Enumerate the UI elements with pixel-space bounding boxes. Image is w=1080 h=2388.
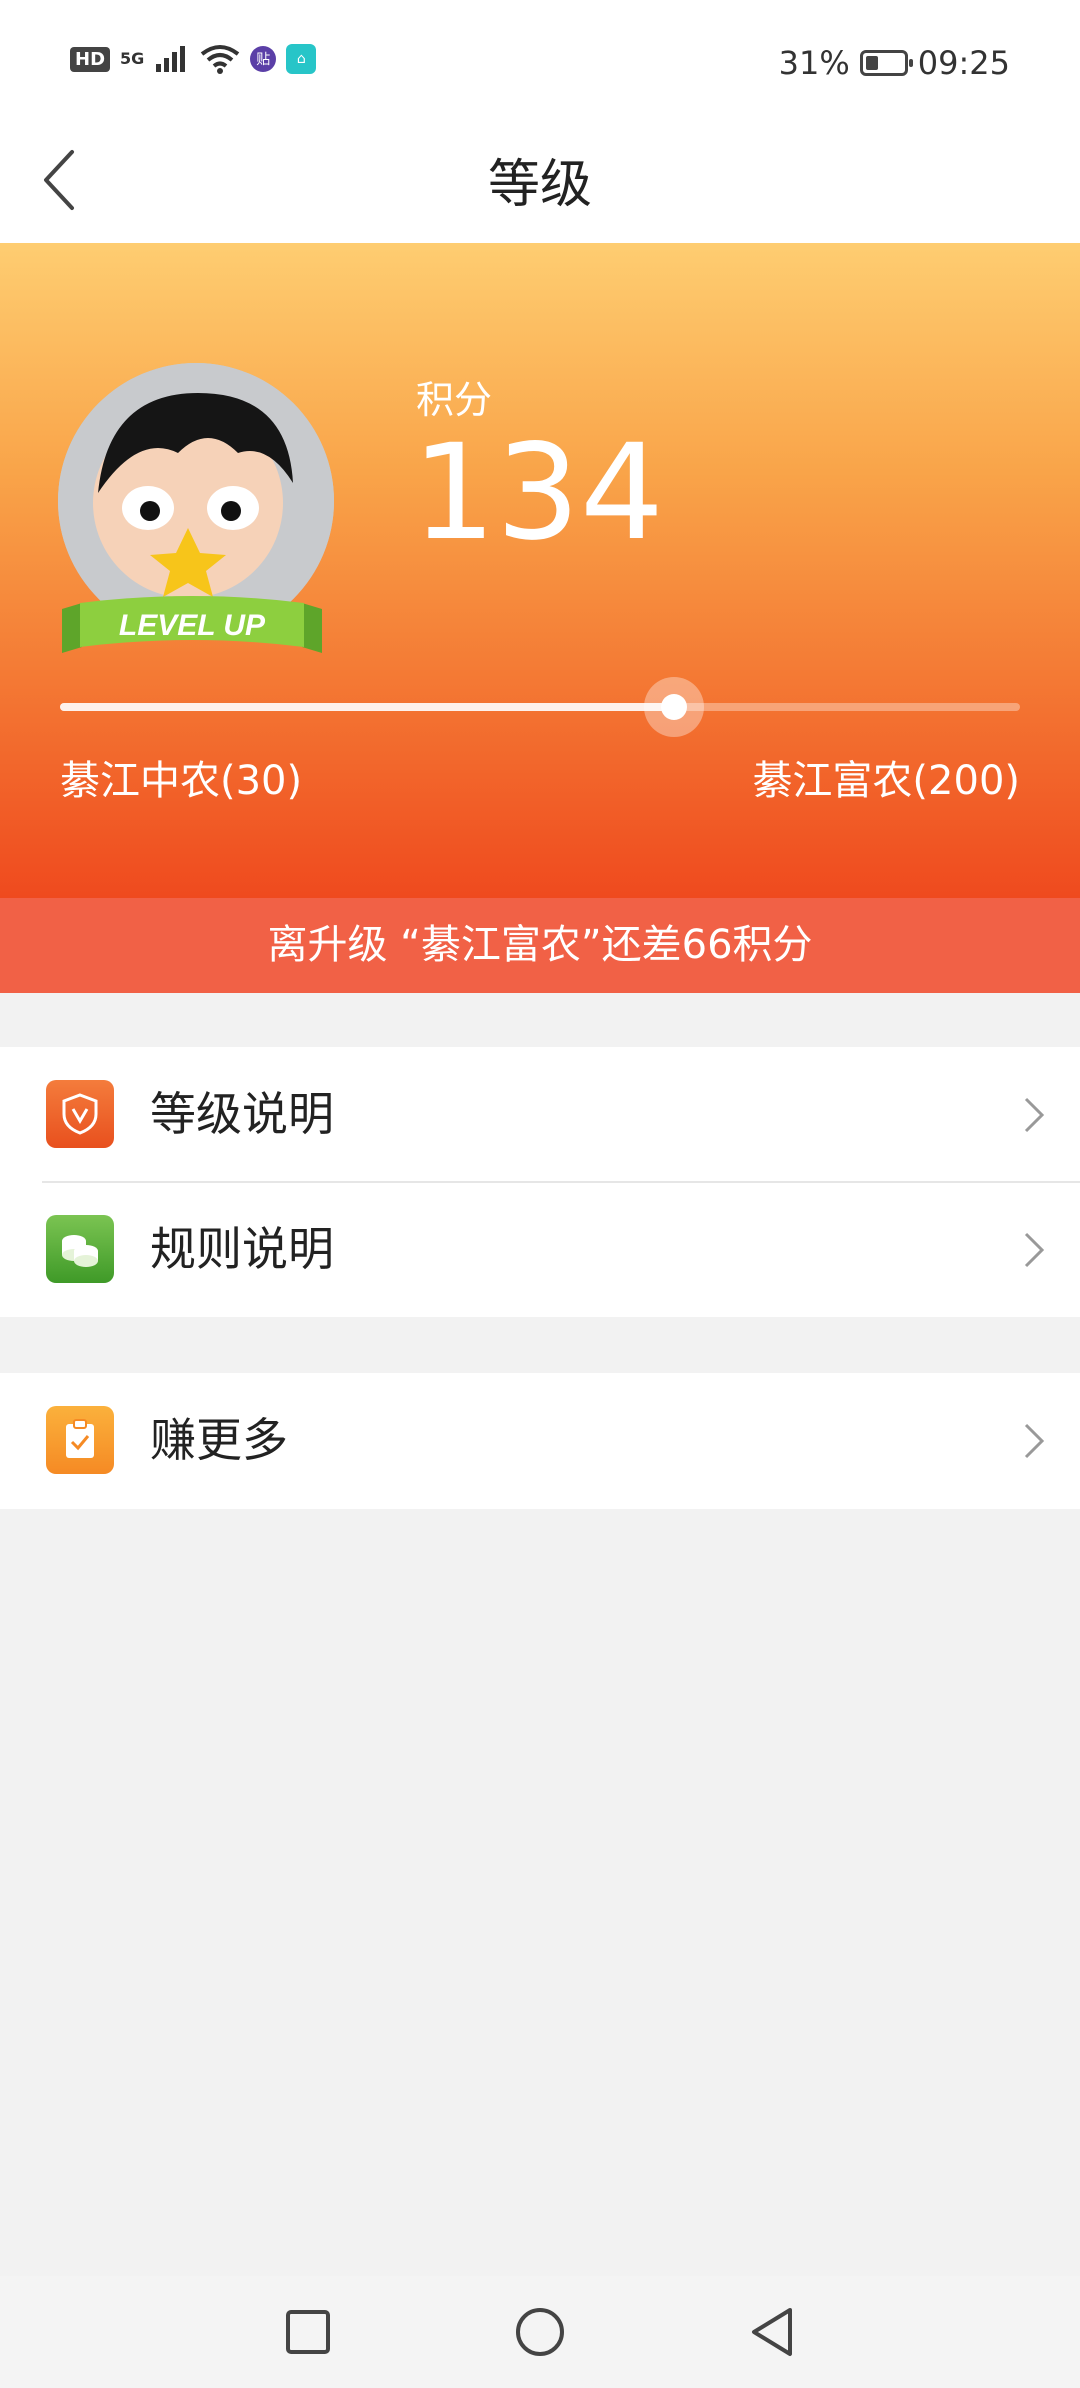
status-bar: HD 5G 贴 ⌂ 31% 09:25	[0, 0, 1080, 120]
back-nav-button[interactable]	[744, 2304, 800, 2360]
page-title: 等级	[487, 155, 592, 215]
clock: 09:25	[917, 44, 1010, 82]
upgrade-message: 离升级 “綦江富农”还差66积分	[0, 898, 1080, 993]
battery-icon	[859, 50, 913, 76]
home-button[interactable]	[512, 2304, 568, 2360]
clipboard-check-icon	[46, 1406, 114, 1474]
menu-item-label: 赚更多	[150, 1413, 288, 1467]
status-left: HD 5G 贴 ⌂	[70, 44, 317, 74]
app-notification-icon: 贴	[250, 46, 277, 72]
triangle-back-icon	[752, 2308, 792, 2356]
square-icon	[286, 2310, 330, 2354]
battery-percent: 31%	[778, 44, 850, 82]
status-right: 31% 09:25	[779, 44, 1010, 82]
chevron-right-icon	[1024, 1423, 1045, 1459]
system-nav-bar	[0, 2276, 1080, 2388]
next-level-label: 綦江富农(200)	[752, 758, 1020, 804]
shield-v-icon	[46, 1080, 114, 1148]
menu-item-label: 等级说明	[150, 1087, 334, 1141]
level-up-ribbon: LEVEL UP	[62, 596, 322, 653]
signal-icon	[156, 46, 186, 72]
menu-item-level-description[interactable]: 等级说明	[0, 1047, 1080, 1183]
menu-item-label: 规则说明	[150, 1222, 334, 1276]
app-header: 等级	[0, 120, 1080, 243]
level-up-text: LEVEL UP	[119, 609, 266, 642]
menu-item-earn-more[interactable]: 赚更多	[0, 1373, 1080, 1508]
network-type: 5G	[120, 49, 145, 68]
points-value: 134	[412, 416, 664, 570]
coins-icon	[46, 1215, 114, 1283]
level-progress-bar	[60, 677, 1020, 737]
current-level-label: 綦江中农(30)	[60, 758, 303, 804]
avatar-badge: LEVEL UP	[58, 363, 338, 663]
wifi-icon	[201, 45, 240, 74]
menu-group-earn: 赚更多	[0, 1373, 1080, 1509]
hd-badge: HD	[70, 46, 111, 72]
chevron-right-icon	[1024, 1232, 1045, 1268]
chevron-right-icon	[1024, 1097, 1045, 1133]
home-app-icon: ⌂	[286, 44, 317, 74]
menu-item-rules-description[interactable]: 规则说明	[0, 1182, 1080, 1317]
recent-apps-button[interactable]	[280, 2304, 336, 2360]
circle-icon	[516, 2308, 564, 2356]
level-hero: LEVEL UP 积分 134 綦江中农(30) 綦江富农(200)	[0, 243, 1080, 898]
menu-group-info: 等级说明 规则说明	[0, 1047, 1080, 1317]
progress-fill	[60, 703, 675, 711]
